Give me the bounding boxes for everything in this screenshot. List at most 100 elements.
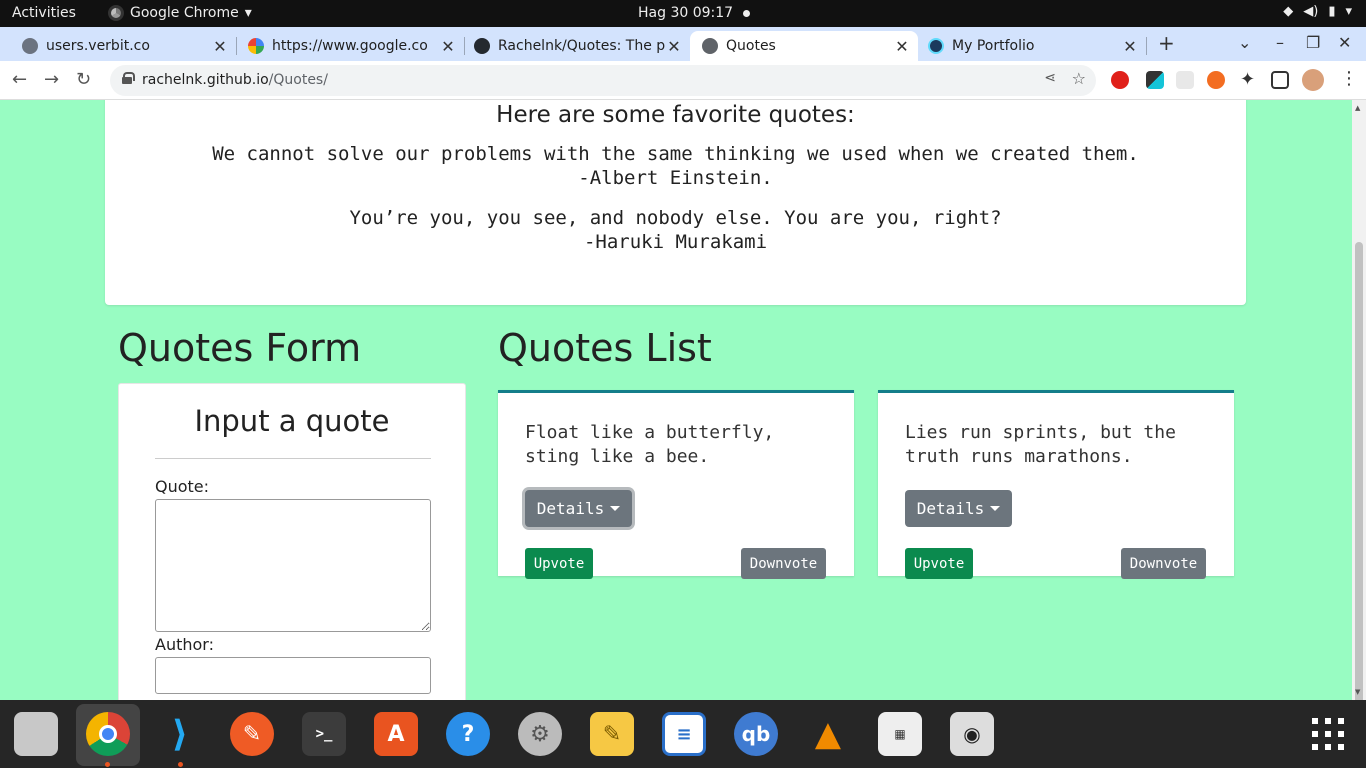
close-icon[interactable]: ✕: [666, 37, 682, 56]
quote-card: Float like a butterfly, sting like a bee…: [498, 390, 854, 579]
google-icon: [248, 38, 264, 54]
forward-icon[interactable]: →: [44, 69, 59, 90]
tab-google[interactable]: https://www.google.co ✕: [226, 31, 464, 61]
divider: [155, 458, 431, 459]
system-top-bar: Activities Google Chrome ▾ Hag 30 09:17 …: [0, 0, 1366, 27]
lock-icon[interactable]: [122, 72, 135, 84]
app-menu-label: Google Chrome: [130, 5, 239, 21]
volume-icon: ◀): [1303, 4, 1319, 19]
details-dropdown-button[interactable]: Details: [905, 490, 1012, 527]
wifi-icon: ◆: [1283, 4, 1294, 19]
close-window-icon[interactable]: ✕: [1338, 33, 1351, 52]
tab-search-icon[interactable]: ⌄: [1238, 33, 1251, 52]
clock-text: Hag 30 09:17: [638, 5, 734, 21]
quote-form-card: Input a quote Quote: Author:: [118, 383, 466, 700]
close-icon[interactable]: ✕: [1122, 37, 1138, 56]
tab-label: Quotes: [726, 38, 776, 54]
caret-down-icon: [610, 506, 621, 511]
scroll-down-icon[interactable]: ▼: [1355, 688, 1360, 696]
favorite-quote-author: -Haruki Murakami: [583, 231, 768, 253]
page-scrollbar[interactable]: ▲ ▼: [1352, 100, 1366, 706]
downvote-button[interactable]: Downvote: [741, 548, 826, 579]
upvote-button[interactable]: Upvote: [525, 548, 593, 579]
details-label: Details: [536, 499, 605, 518]
scroll-up-icon[interactable]: ▲: [1355, 104, 1360, 112]
favorite-quote: We cannot solve our problems with the sa…: [105, 142, 1246, 190]
side-panel-icon[interactable]: [1271, 71, 1289, 89]
globe-icon: [702, 38, 718, 54]
app-menu[interactable]: Google Chrome ▾: [108, 5, 252, 21]
tab-label: https://www.google.co: [272, 38, 428, 54]
minimize-icon[interactable]: –: [1276, 33, 1284, 52]
grid-extension-icon[interactable]: [1176, 71, 1194, 89]
tab-label: My Portfolio: [952, 38, 1035, 54]
reload-icon[interactable]: ↻: [76, 69, 91, 90]
tab-github[interactable]: Rachelnk/Quotes: The p ✕: [452, 31, 690, 61]
upvote-button[interactable]: Upvote: [905, 548, 973, 579]
battery-icon: ▮: [1328, 4, 1336, 19]
new-tab-icon[interactable]: +: [1158, 31, 1175, 55]
software-center-icon[interactable]: A: [374, 712, 418, 756]
tab-quotes[interactable]: Quotes ✕: [690, 31, 918, 61]
quote-card-text: Float like a butterfly, sting like a bee…: [525, 422, 775, 467]
postman-icon[interactable]: ✎: [230, 712, 274, 756]
menu-kebab-icon[interactable]: ⋮: [1340, 68, 1358, 89]
vlc-icon[interactable]: ▲: [806, 712, 850, 756]
running-indicator: [105, 762, 110, 767]
quote-label: Quote:: [155, 477, 210, 496]
downvote-button[interactable]: Downvote: [1121, 548, 1206, 579]
dock: ⟩ ✎ >_ A ? ⚙ ✎ ≡ qb ▲ ▦ ◉: [0, 700, 1366, 768]
terminal-icon[interactable]: >_: [302, 712, 346, 756]
fox-extension-icon[interactable]: [1207, 71, 1225, 89]
tab-my-portfolio[interactable]: My Portfolio ✕: [906, 31, 1146, 61]
tab-label: Rachelnk/Quotes: The p: [498, 38, 666, 54]
tab-users-verbit[interactable]: users.verbit.co ✕: [0, 31, 236, 61]
share-icon[interactable]: ⋖: [1044, 70, 1056, 86]
chrome-app-icon: [108, 5, 124, 21]
system-tray[interactable]: ◆ ◀) ▮ ▾: [1283, 4, 1352, 19]
quote-card: Lies run sprints, but the truth runs mar…: [878, 390, 1234, 579]
pen-extension-icon[interactable]: [1146, 71, 1164, 89]
qbittorrent-icon[interactable]: qb: [734, 712, 778, 756]
favorite-quotes-box: Here are some favorite quotes: We cannot…: [105, 100, 1246, 305]
running-indicator: [178, 762, 183, 767]
author-input[interactable]: [155, 657, 431, 694]
ipod-icon[interactable]: ◉: [950, 712, 994, 756]
details-label: Details: [916, 499, 985, 518]
react-icon: [928, 38, 944, 54]
activities-button[interactable]: Activities: [12, 5, 76, 21]
github-icon: [474, 38, 490, 54]
favorite-quotes-title: Here are some favorite quotes:: [496, 102, 855, 128]
favorite-quote: You’re you, you see, and nobody else. Yo…: [105, 206, 1246, 254]
quotes-list-title: Quotes List: [498, 326, 712, 370]
scrollbar-thumb[interactable]: [1355, 242, 1363, 706]
writer-icon[interactable]: ≡: [662, 712, 706, 756]
files-icon[interactable]: [14, 712, 58, 756]
quote-card-text: Lies run sprints, but the truth runs mar…: [905, 422, 1176, 467]
bookmark-star-icon[interactable]: ☆: [1072, 69, 1086, 88]
url-host: rachelnk.github.io: [142, 72, 269, 88]
vscode-icon[interactable]: ⟩: [158, 712, 202, 756]
address-bar[interactable]: rachelnk.github.io/Quotes/ ⋖ ☆: [110, 65, 1096, 96]
favorite-quote-text: We cannot solve our problems with the sa…: [212, 143, 1139, 165]
clock[interactable]: Hag 30 09:17: [638, 5, 751, 21]
url-path: /Quotes/: [268, 72, 328, 88]
back-icon[interactable]: ←: [12, 69, 27, 90]
author-label: Author:: [155, 635, 214, 654]
quote-textarea[interactable]: [155, 499, 431, 632]
text-editor-icon[interactable]: ✎: [590, 712, 634, 756]
settings-icon[interactable]: ⚙: [518, 712, 562, 756]
sudoku-icon[interactable]: ▦: [878, 712, 922, 756]
details-dropdown-button[interactable]: Details: [525, 490, 632, 527]
power-menu-icon: ▾: [1345, 4, 1352, 19]
opera-extension-icon[interactable]: [1111, 71, 1129, 89]
help-icon[interactable]: ?: [446, 712, 490, 756]
extensions-puzzle-icon[interactable]: ✦: [1240, 69, 1258, 90]
show-applications-icon[interactable]: [1312, 718, 1344, 750]
caret-down-icon: [990, 506, 1001, 511]
notification-dot-icon: [743, 9, 751, 17]
profile-avatar[interactable]: [1302, 69, 1324, 91]
chrome-icon[interactable]: [86, 712, 130, 756]
form-heading: Input a quote: [194, 404, 390, 438]
restore-icon[interactable]: ❐: [1306, 33, 1320, 52]
